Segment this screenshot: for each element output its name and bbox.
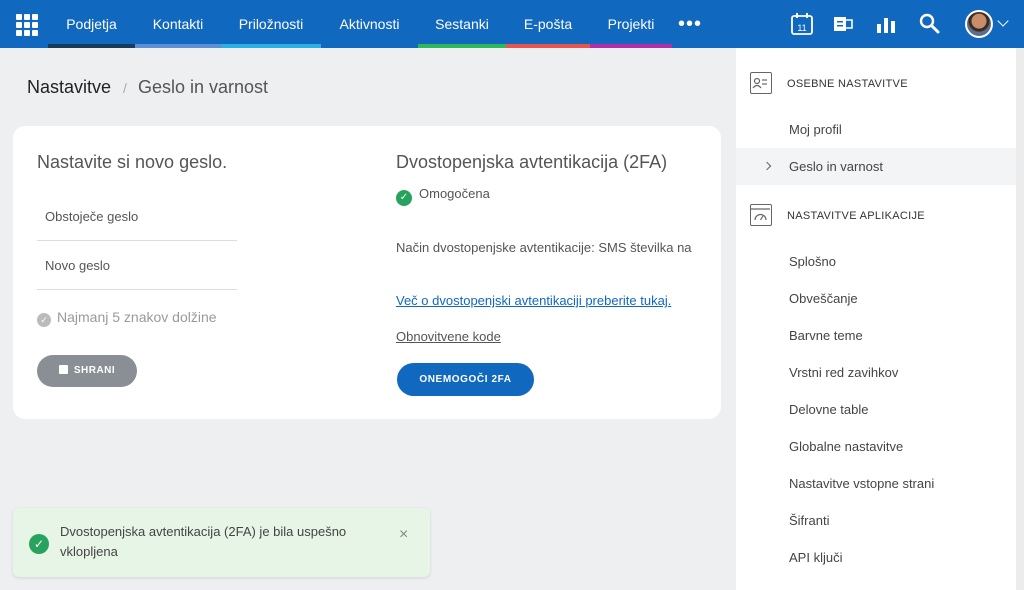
sidebar-item-vrstni-red-zavihkov[interactable]: Vrstni red zavihkov [736, 354, 1016, 391]
nav-podjetja-label: Podjetja [66, 16, 117, 32]
section-app-title: NASTAVITVE APLIKACIJE [787, 210, 925, 222]
nav-kontakti[interactable]: Kontakti [135, 0, 221, 48]
sidebar-item-label: Moj profil [789, 122, 842, 137]
new-password-label: Novo geslo [45, 258, 111, 273]
nav-kontakti-label: Kontakti [152, 16, 204, 32]
new-password-field[interactable]: Novo geslo [37, 242, 237, 290]
nav-eposta-bar [506, 44, 590, 48]
nav-sestanki-bar [418, 44, 506, 48]
exchange-icon[interactable] [832, 12, 856, 36]
twofa-status-text: Omogočena [419, 186, 490, 201]
nav-aktivnosti-label: Aktivnosti [339, 16, 400, 32]
sidebar-item-delovne-table[interactable]: Delovne table [736, 391, 1016, 428]
nav-priloznosti-bar [221, 44, 321, 48]
calendar-day-label: 11 [797, 23, 806, 33]
disable-2fa-button[interactable]: ONEMOGOČI 2FA [397, 363, 534, 396]
security-card: Nastavite si novo geslo. Obstoječe geslo… [13, 126, 721, 419]
current-password-field[interactable]: Obstoječe geslo [37, 193, 237, 241]
sidebar-item-globalne-nastavitve[interactable]: Globalne nastavitve [736, 428, 1016, 465]
nav-sestanki[interactable]: Sestanki [418, 0, 506, 48]
sidebar-item-sifranti[interactable]: Šifranti [736, 502, 1016, 539]
breadcrumb-root[interactable]: Nastavitve [27, 77, 111, 98]
sidebar-item-label: Barvne teme [789, 328, 863, 343]
sidebar-item-splosno[interactable]: Splošno [736, 243, 1016, 280]
twofa-method: Način dvostopenjske avtentikacije: SMS š… [396, 240, 692, 255]
settings-sidebar: OSEBNE NASTAVITVE Moj profil Geslo in va… [736, 48, 1024, 590]
nav-sestanki-label: Sestanki [435, 16, 489, 32]
stats-icon[interactable] [874, 12, 898, 36]
nav-eposta[interactable]: E-pošta [506, 0, 590, 48]
sidebar-item-moj-profil[interactable]: Moj profil [736, 111, 1016, 148]
sidebar-item-label: Obveščanje [789, 291, 858, 306]
password-title: Nastavite si novo geslo. [37, 152, 228, 172]
sidebar-item-label: Globalne nastavitve [789, 439, 904, 454]
nav-podjetja-bar [48, 44, 135, 48]
page-title: Geslo in varnost [138, 77, 269, 97]
nav-priloznosti[interactable]: Priložnosti [221, 0, 321, 48]
nav-projekti[interactable]: Projekti [590, 0, 672, 48]
dashboard-icon [750, 204, 772, 226]
more-nav-button[interactable]: ••• [678, 14, 702, 34]
twofa-status: ✓ Omogočena [396, 186, 490, 206]
sidebar-item-label: Delovne table [789, 402, 869, 417]
current-password-label: Obstoječe geslo [45, 209, 139, 224]
search-icon[interactable] [918, 12, 942, 36]
sidebar-scrollbar[interactable] [1016, 48, 1024, 590]
sidebar-item-label: API ključi [789, 550, 843, 565]
nav-aktivnosti-bar [321, 44, 418, 48]
sidebar-item-barvne-teme[interactable]: Barvne teme [736, 317, 1016, 354]
nav-priloznosti-label: Priložnosti [238, 16, 304, 32]
avatar[interactable] [965, 10, 993, 38]
save-button[interactable]: SHRANI [37, 355, 137, 387]
save-button-label: SHRANI [73, 365, 116, 376]
recovery-codes-link[interactable]: Obnovitvene kode [396, 329, 501, 344]
sidebar-item-label: Nastavitve vstopne strani [789, 476, 935, 491]
nav-podjetja[interactable]: Podjetja [48, 0, 135, 48]
apps-grid-icon[interactable] [16, 14, 38, 36]
password-rule-text: Najmanj 5 znakov dolžine [57, 309, 217, 325]
nav-projekti-bar [590, 44, 672, 48]
sidebar-item-label: Šifranti [789, 513, 830, 528]
sidebar-item-label: Vrstni red zavihkov [789, 365, 899, 380]
nav-eposta-label: E-pošta [523, 16, 573, 32]
save-icon [58, 365, 68, 374]
chevron-right-icon [762, 161, 772, 171]
sidebar-item-label: Geslo in varnost [789, 159, 883, 174]
check-circle-icon: ✓ [396, 190, 412, 206]
nav-kontakti-bar [135, 44, 221, 48]
twofa-more-link[interactable]: Več o dvostopenjski avtentikaciji preber… [396, 293, 671, 308]
section-personal-title: OSEBNE NASTAVITVE [787, 78, 908, 90]
id-card-icon [750, 72, 772, 94]
toast-message: Dvostopenjska avtentikacija (2FA) je bil… [60, 524, 347, 559]
twofa-title: Dvostopenjska avtentikacija (2FA) [396, 152, 668, 172]
sidebar-item-obvescanje[interactable]: Obveščanje [736, 280, 1016, 317]
password-rule: ✓ Najmanj 5 znakov dolžine [37, 309, 217, 327]
breadcrumb-separator: / [123, 80, 127, 96]
chevron-down-icon[interactable] [997, 15, 1009, 27]
calendar-icon[interactable]: 11 [790, 12, 814, 36]
nav-aktivnosti[interactable]: Aktivnosti [321, 0, 418, 48]
sidebar-item-api-kljuci[interactable]: API ključi [736, 539, 1016, 576]
check-circle-icon: ✓ [37, 313, 51, 327]
sidebar-item-label: Splošno [789, 254, 836, 269]
sidebar-item-geslo-in-varnost[interactable]: Geslo in varnost [736, 148, 1016, 185]
sidebar-item-nastavitve-vstopne-strani[interactable]: Nastavitve vstopne strani [736, 465, 1016, 502]
nav-projekti-label: Projekti [607, 16, 655, 32]
success-toast: ✓ Dvostopenjska avtentikacija (2FA) je b… [13, 508, 430, 577]
check-circle-icon: ✓ [29, 534, 49, 554]
top-nav-bar: Podjetja Kontakti Priložnosti Aktivnosti… [0, 0, 1024, 48]
close-icon[interactable]: × [399, 526, 408, 544]
